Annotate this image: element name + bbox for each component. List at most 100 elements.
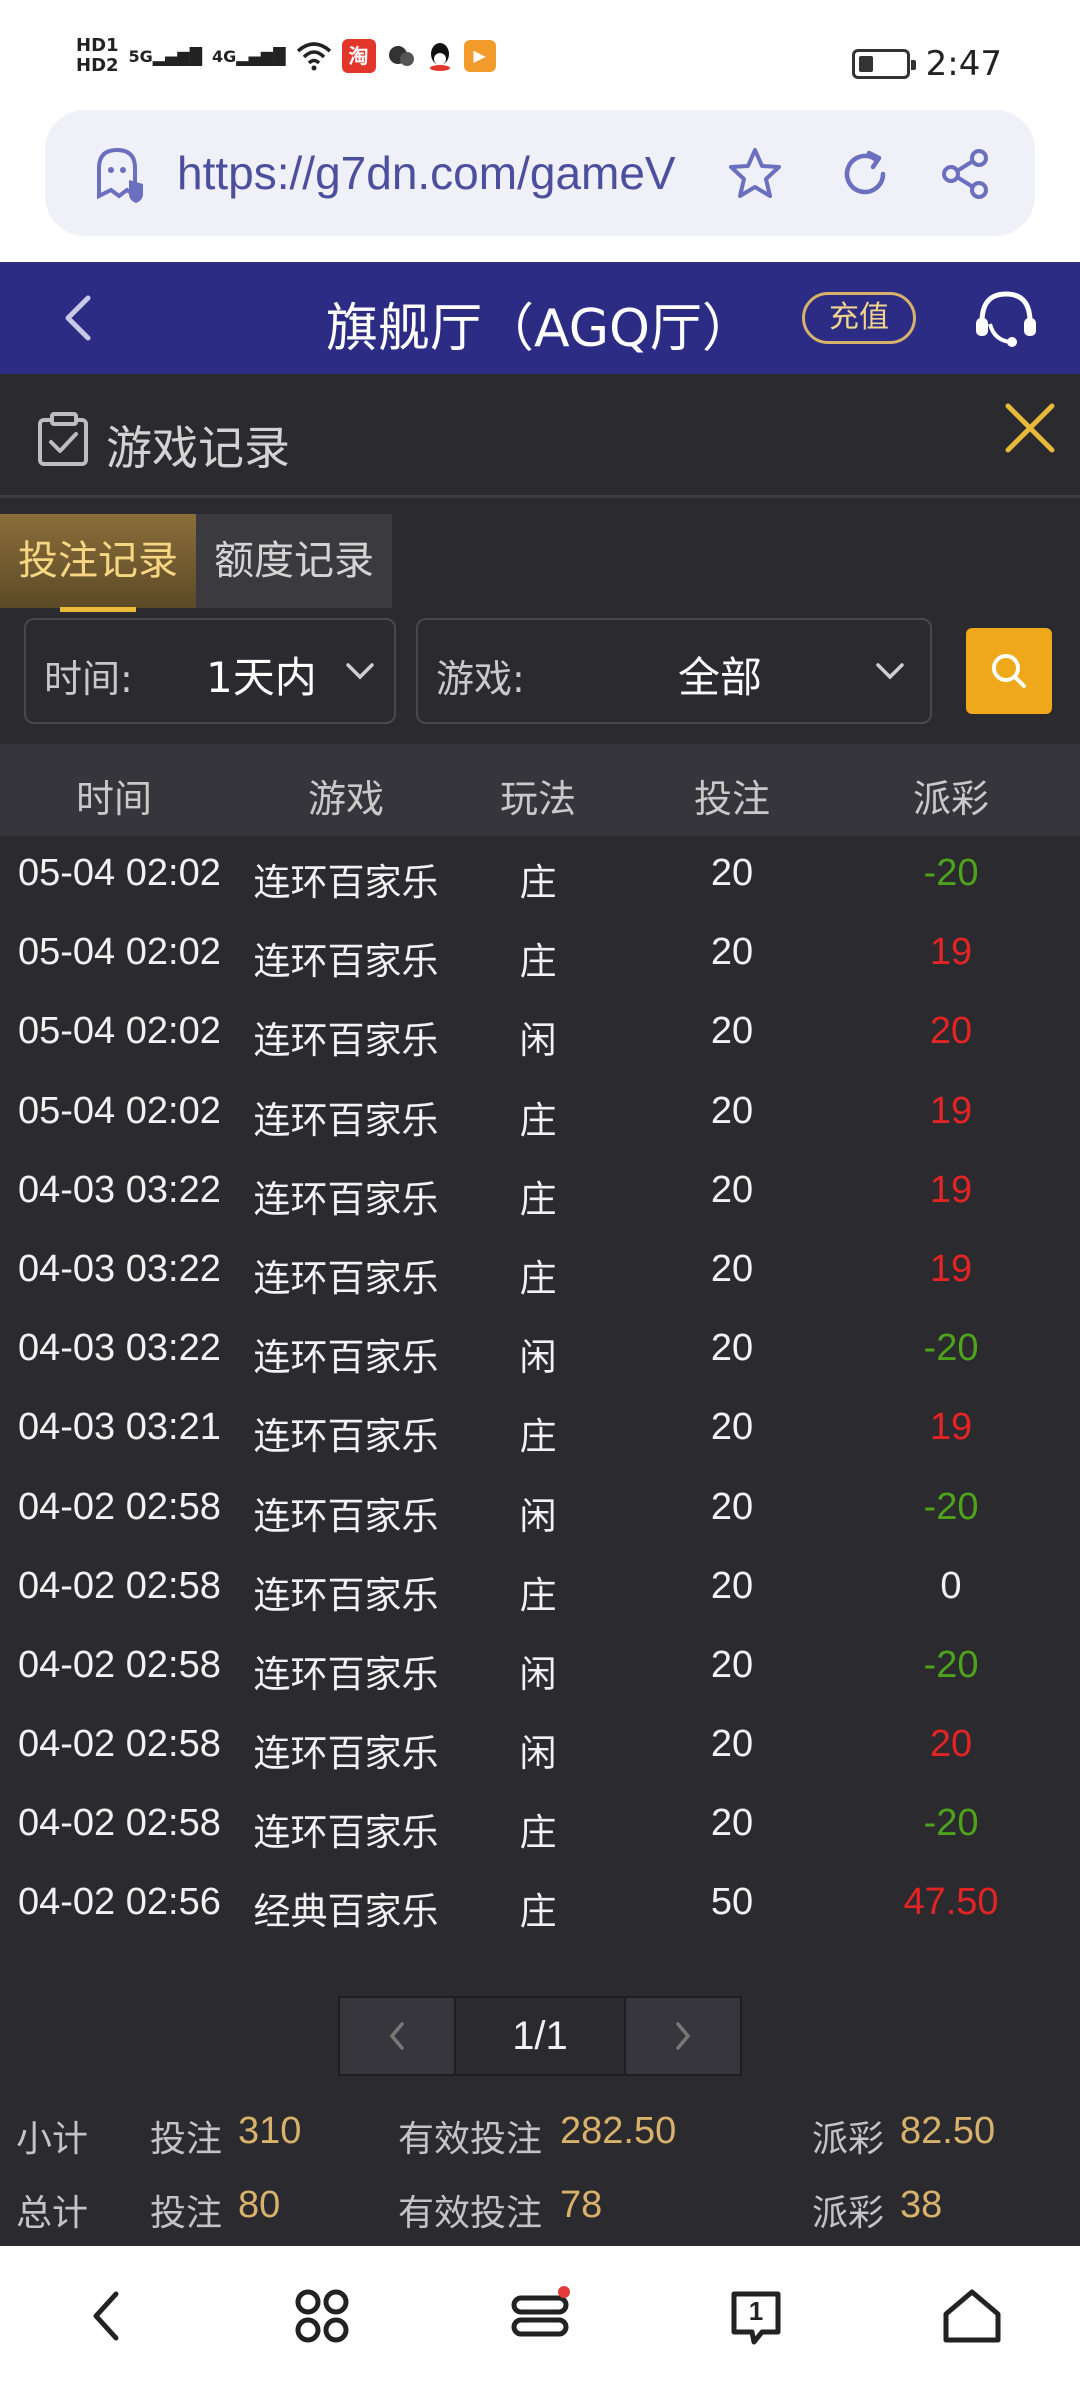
column-header-game: 游戏 (307, 777, 385, 821)
cell-bet: 50 (710, 1881, 754, 1924)
game-filter-label: 游戏: (436, 657, 525, 701)
refresh-icon[interactable] (835, 144, 895, 204)
cell-bet: 20 (710, 1247, 754, 1290)
cell-bet: 20 (710, 1168, 754, 1211)
cell-time: 04-02 02:58 (18, 1723, 221, 1766)
cell-payout: 19 (929, 931, 973, 974)
clock: 2:47 (925, 44, 1002, 84)
chevron-left-icon (389, 2022, 404, 2050)
cell-payout: -20 (923, 1327, 979, 1370)
tab-bet-records[interactable]: 投注记录 (0, 514, 196, 612)
cell-bet: 20 (710, 1406, 754, 1449)
recharge-button[interactable]: 充值 (802, 292, 916, 344)
cell-play: 闲 (519, 1336, 557, 1380)
cell-game: 连环百家乐 (253, 1732, 439, 1776)
cell-game: 连环百家乐 (253, 1494, 439, 1538)
total-payout-value: 38 (900, 2184, 943, 2226)
cell-play: 庄 (519, 1177, 557, 1221)
cell-payout: 20 (929, 1723, 973, 1766)
total-row: 总计 投注 80 有效投注 78 派彩 38 (0, 2178, 1080, 2238)
back-icon[interactable] (76, 2284, 140, 2348)
cell-time: 04-02 02:58 (18, 1564, 221, 1607)
home-icon[interactable] (940, 2284, 1004, 2348)
game-record-panel: 游戏记录 投注记录 额度记录 时间: 1天内 游戏: 全部 时间 游戏 玩法 投… (0, 374, 1080, 2246)
cell-time: 05-04 02:02 (18, 1010, 221, 1053)
cell-payout: 19 (929, 1247, 973, 1290)
browser-bottom-nav: 1 (0, 2246, 1080, 2388)
time-filter-select[interactable]: 时间: 1天内 (24, 618, 396, 724)
subtotal-payout-label: 派彩 (812, 2119, 885, 2160)
cell-play: 闲 (519, 1494, 557, 1538)
cell-play: 庄 (519, 1890, 557, 1934)
game-filter-value: 全部 (678, 653, 763, 702)
cell-play: 庄 (519, 1098, 557, 1142)
share-icon[interactable] (935, 144, 995, 204)
game-filter-select[interactable]: 游戏: 全部 (416, 618, 932, 724)
panel-title: 游戏记录 (106, 421, 290, 475)
table-row: 04-02 02:56 经典百家乐 庄 50 47.50 (0, 1865, 1080, 1944)
cell-game: 连环百家乐 (253, 1019, 439, 1063)
cell-bet: 20 (710, 931, 754, 974)
time-filter-value: 1天内 (206, 653, 317, 702)
customer-service-headset-icon[interactable] (970, 284, 1042, 356)
menu-icon[interactable] (508, 2284, 572, 2348)
cell-time: 04-03 03:22 (18, 1247, 221, 1290)
cell-bet: 20 (710, 1802, 754, 1845)
cell-game: 连环百家乐 (253, 1177, 439, 1221)
cell-game: 连环百家乐 (253, 1256, 439, 1300)
close-icon[interactable] (1002, 400, 1058, 456)
url-text[interactable]: https://g7dn.com/gameV (177, 146, 676, 200)
panel-header: 游戏记录 (0, 374, 1080, 498)
next-page-button[interactable] (626, 1998, 740, 2074)
cell-bet: 20 (710, 1564, 754, 1607)
cell-game: 连环百家乐 (253, 940, 439, 984)
page-indicator: 1/1 (454, 1998, 626, 2074)
cell-time: 05-04 02:02 (18, 1089, 221, 1132)
table-row: 04-03 03:22 连环百家乐 闲 20 -20 (0, 1311, 1080, 1390)
cell-payout: 0 (940, 1564, 962, 1607)
tabs-button[interactable]: 1 (724, 2284, 788, 2348)
app-icon (388, 46, 414, 66)
status-right: 2:47 (851, 44, 1002, 84)
record-tabs: 投注记录 额度记录 (0, 514, 392, 612)
cell-game: 连环百家乐 (253, 1573, 439, 1617)
tab-credit-records[interactable]: 额度记录 (196, 514, 392, 608)
total-valid-label: 有效投注 (398, 2193, 543, 2234)
cell-play: 庄 (519, 1811, 557, 1855)
cell-game: 连环百家乐 (253, 1336, 439, 1380)
subtotal-valid-label: 有效投注 (398, 2119, 543, 2160)
table-row: 04-02 02:58 连环百家乐 庄 20 0 (0, 1549, 1080, 1628)
tab-count-badge: 1 (748, 2296, 764, 2326)
cell-time: 04-03 03:22 (18, 1327, 221, 1370)
total-payout-label: 派彩 (812, 2193, 885, 2234)
apps-grid-icon[interactable] (290, 2284, 354, 2348)
search-button[interactable] (966, 628, 1052, 714)
cell-bet: 20 (710, 852, 754, 894)
cell-bet: 20 (710, 1723, 754, 1766)
table-row: 04-02 02:58 连环百家乐 闲 20 -20 (0, 1628, 1080, 1707)
cell-time: 04-02 02:56 (18, 1881, 221, 1924)
signal-5g-icon: 5G▂▄▆█ (128, 46, 203, 66)
cell-game: 连环百家乐 (253, 1811, 439, 1855)
cell-bet: 20 (710, 1643, 754, 1686)
signal-4g-icon: 4G▂▄▆█ (212, 46, 286, 66)
ghost-shield-icon[interactable] (91, 144, 147, 204)
cell-time: 04-03 03:21 (18, 1406, 221, 1449)
pagination: 1/1 (338, 1996, 742, 2076)
column-header-bet: 投注 (693, 777, 771, 821)
table-row: 05-04 02:02 连环百家乐 庄 20 -20 (0, 836, 1080, 915)
cell-payout: 19 (929, 1089, 973, 1132)
total-label: 总计 (16, 2193, 89, 2234)
cell-play: 闲 (519, 1652, 557, 1696)
subtotal-label: 小计 (16, 2119, 89, 2160)
video-app-icon: ▶ (463, 40, 496, 72)
taobao-app-icon: 淘 (341, 39, 376, 73)
prev-page-button[interactable] (340, 1998, 454, 2074)
qq-icon (429, 43, 450, 71)
status-bar: HD1 HD2 5G▂▄▆█ 4G▂▄▆█ 淘 ▶ 2:47 (0, 0, 1080, 110)
star-icon[interactable] (725, 144, 785, 204)
cell-bet: 20 (710, 1089, 754, 1132)
browser-address-bar[interactable]: https://g7dn.com/gameV (45, 110, 1035, 236)
cell-play: 闲 (519, 1019, 557, 1063)
clipboard-check-icon (38, 412, 88, 466)
